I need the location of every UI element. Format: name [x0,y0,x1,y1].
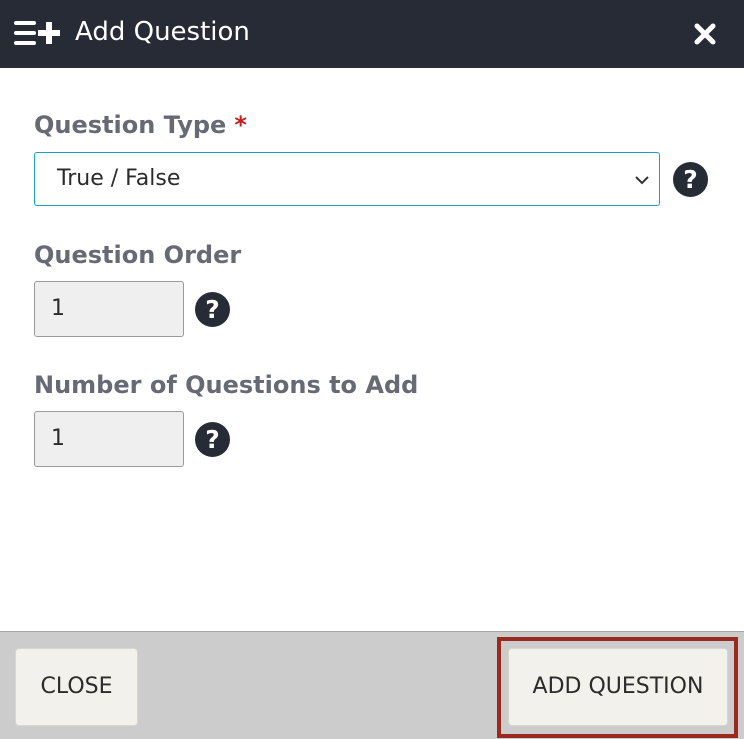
question-order-input[interactable]: 1 [34,281,184,337]
number-to-add-help-icon[interactable]: ? [195,422,230,457]
question-type-select[interactable]: True / False [34,152,660,206]
dialog-footer: CLOSE ADD QUESTION [0,631,744,739]
question-type-label: Question Type * [34,109,247,141]
number-to-add-label: Number of Questions to Add [34,371,419,399]
dialog-title: Add Question [75,17,250,47]
question-order-help-icon[interactable]: ? [195,292,230,327]
dialog-header: Add Question [0,0,744,68]
required-marker: * [234,111,247,139]
question-type-value: True / False [57,166,181,191]
question-type-label-text: Question Type [34,111,227,139]
number-to-add-input[interactable]: 1 [34,411,184,467]
add-question-dialog: Add Question Question Type * True / False… [0,0,744,739]
question-type-help-icon[interactable]: ? [673,162,708,197]
chevron-down-icon [635,176,649,185]
close-button[interactable]: CLOSE [15,648,138,726]
question-order-label: Question Order [34,241,242,269]
close-icon[interactable] [692,21,718,47]
list-plus-icon [14,21,60,45]
add-question-button[interactable]: ADD QUESTION [508,648,728,726]
